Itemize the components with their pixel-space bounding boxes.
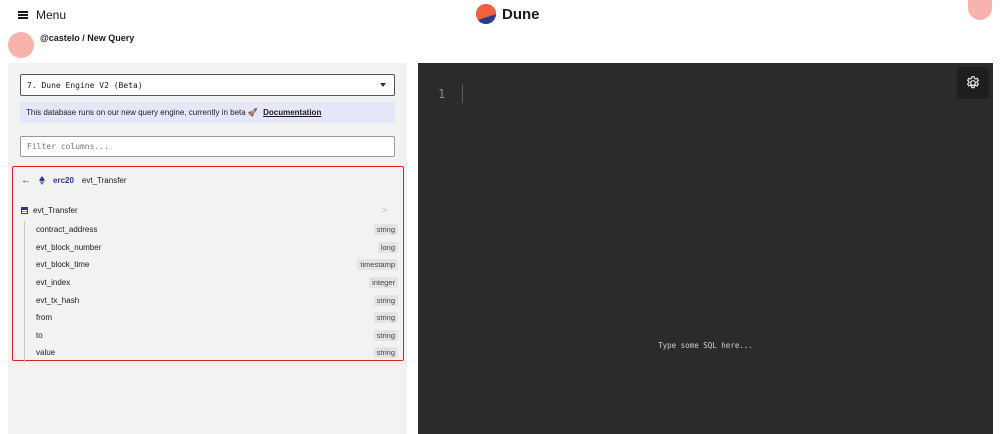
- dune-logo-icon: [476, 4, 496, 24]
- column-list: contract_address string evt_block_number…: [24, 221, 398, 362]
- engine-select-value: 7. Dune Engine V2 (Beta): [27, 81, 143, 90]
- column-row[interactable]: value string: [25, 344, 398, 362]
- engine-select[interactable]: 7. Dune Engine V2 (Beta): [20, 74, 395, 96]
- logo-text: Dune: [502, 5, 540, 23]
- column-name: evt_block_number: [36, 242, 102, 252]
- column-type: string: [373, 329, 398, 341]
- column-type: string: [373, 224, 398, 236]
- beta-notice-text: This database runs on our new query engi…: [26, 108, 258, 117]
- editor-settings-button[interactable]: [957, 67, 989, 99]
- column-row[interactable]: from string: [25, 309, 398, 327]
- column-row[interactable]: evt_tx_hash string: [25, 291, 398, 309]
- column-row[interactable]: evt_index integer: [25, 274, 398, 292]
- column-name: to: [36, 330, 43, 340]
- menu-button[interactable]: Menu: [18, 8, 66, 22]
- column-row[interactable]: evt_block_number long: [25, 239, 398, 257]
- schema-table-name: evt_Transfer: [81, 176, 127, 185]
- table-icon: [21, 206, 28, 214]
- column-name: evt_index: [36, 278, 71, 288]
- column-name: from: [36, 313, 52, 323]
- column-type: timestamp: [357, 259, 398, 271]
- hamburger-icon: [18, 11, 28, 19]
- breadcrumb: @castelo / New Query: [40, 33, 135, 43]
- column-type: long: [377, 241, 398, 253]
- column-name: contract_address: [36, 225, 98, 235]
- column-type: string: [373, 312, 398, 324]
- account-avatar[interactable]: [968, 0, 992, 20]
- editor-placeholder: Type some SQL here...: [658, 341, 753, 350]
- column-type: integer: [369, 277, 398, 289]
- table-row-label: evt_Transfer: [33, 205, 78, 215]
- avatar[interactable]: [8, 32, 34, 58]
- column-row[interactable]: evt_block_time timestamp: [25, 256, 398, 274]
- column-row[interactable]: to string: [25, 327, 398, 345]
- line-number: 1: [438, 87, 446, 101]
- gutter-divider: [462, 84, 463, 103]
- top-bar: Menu Dune: [0, 0, 1000, 30]
- column-name: value: [36, 348, 56, 358]
- schema-namespace: erc20: [53, 176, 74, 185]
- back-arrow-icon[interactable]: ←: [21, 175, 31, 186]
- sql-editor[interactable]: 1 Type some SQL here...: [418, 63, 993, 434]
- column-type: string: [373, 347, 398, 359]
- table-row[interactable]: evt_Transfer >: [21, 204, 395, 216]
- ethereum-icon: [39, 176, 45, 185]
- beta-notice: This database runs on our new query engi…: [20, 102, 395, 123]
- schema-detail: ← erc20 evt_Transfer evt_Transfer > cont…: [12, 166, 404, 362]
- schema-header: ← erc20 evt_Transfer: [21, 175, 127, 186]
- filter-columns-input[interactable]: [20, 136, 395, 157]
- menu-label: Menu: [36, 8, 67, 22]
- chevron-right-icon: >: [381, 205, 387, 215]
- dune-logo[interactable]: Dune: [476, 4, 540, 24]
- column-name: evt_block_time: [36, 260, 90, 270]
- column-name: evt_tx_hash: [36, 295, 80, 305]
- gear-icon: [966, 76, 980, 89]
- column-type: string: [373, 294, 398, 306]
- caret-down-icon: [380, 83, 386, 87]
- documentation-link[interactable]: Documentation: [263, 108, 321, 117]
- column-row[interactable]: contract_address string: [25, 221, 398, 239]
- data-explorer-panel: 7. Dune Engine V2 (Beta) This database r…: [8, 63, 407, 434]
